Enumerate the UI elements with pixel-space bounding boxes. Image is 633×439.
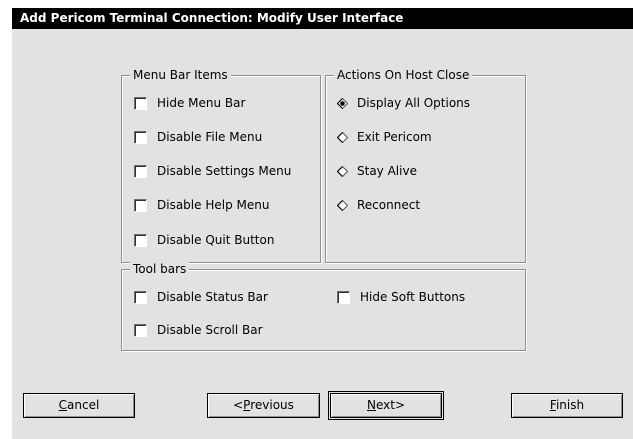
checkbox-label: Disable Status Bar (157, 290, 268, 304)
disable-settings-menu-checkbox[interactable]: Disable Settings Menu (134, 163, 291, 179)
disable-help-menu-checkbox[interactable]: Disable Help Menu (134, 197, 269, 213)
hide-menu-bar-checkbox[interactable]: Hide Menu Bar (134, 95, 245, 111)
radio-unselected-icon[interactable] (337, 199, 348, 211)
checkbox-box[interactable] (134, 96, 147, 110)
next-accel: N (366, 398, 376, 412)
checkbox-box[interactable] (337, 290, 350, 304)
checkbox-label: Hide Menu Bar (157, 96, 246, 110)
checkbox-box[interactable] (134, 290, 147, 304)
checkbox-label: Hide Soft Buttons (360, 290, 466, 304)
checkbox-box[interactable] (134, 323, 147, 337)
reconnect-radio[interactable]: Reconnect (336, 197, 420, 213)
next-button[interactable]: Next> (328, 391, 444, 420)
checkbox-label: Disable File Menu (157, 130, 263, 144)
stay-alive-radio[interactable]: Stay Alive (336, 163, 417, 179)
actions-on-host-close-legend: Actions On Host Close (334, 68, 473, 82)
finish-button[interactable]: Finish (511, 393, 623, 418)
radio-label: Stay Alive (357, 164, 417, 178)
checkbox-label: Disable Help Menu (157, 198, 270, 212)
window-title: Add Pericom Terminal Connection: Modify … (12, 8, 633, 29)
checkbox-box[interactable] (134, 233, 147, 247)
checkbox-box[interactable] (134, 198, 147, 212)
disable-scroll-bar-checkbox[interactable]: Disable Scroll Bar (134, 322, 263, 338)
radio-unselected-icon[interactable] (337, 131, 348, 143)
checkbox-label: Disable Scroll Bar (157, 323, 263, 337)
display-all-options-radio[interactable]: Display All Options (336, 95, 470, 111)
tool-bars-legend: Tool bars (130, 262, 190, 276)
checkbox-box[interactable] (134, 130, 147, 144)
previous-prefix: < (233, 398, 244, 412)
checkbox-label: Disable Quit Button (157, 233, 275, 247)
cancel-button[interactable]: Cancel (23, 393, 135, 418)
dialog-window: Add Pericom Terminal Connection: Modify … (12, 8, 633, 439)
finish-label: inish (555, 398, 585, 412)
radio-selected-icon[interactable] (337, 97, 348, 109)
tool-bars-group: Tool bars (121, 262, 526, 351)
radio-label: Display All Options (357, 96, 471, 110)
checkbox-box[interactable] (134, 164, 147, 178)
exit-pericom-radio[interactable]: Exit Pericom (336, 129, 432, 145)
disable-quit-button-checkbox[interactable]: Disable Quit Button (134, 232, 274, 248)
cancel-label: ancel (67, 398, 100, 412)
previous-label: revious (250, 398, 294, 412)
radio-unselected-icon[interactable] (337, 165, 348, 177)
disable-file-menu-checkbox[interactable]: Disable File Menu (134, 129, 262, 145)
menu-bar-items-legend: Menu Bar Items (130, 68, 231, 82)
next-label: ext> (375, 398, 406, 412)
checkbox-label: Disable Settings Menu (157, 164, 292, 178)
disable-status-bar-checkbox[interactable]: Disable Status Bar (134, 289, 268, 305)
previous-button[interactable]: <Previous (207, 393, 320, 418)
hide-soft-buttons-checkbox[interactable]: Hide Soft Buttons (337, 289, 465, 305)
radio-label: Exit Pericom (357, 130, 432, 144)
radio-label: Reconnect (357, 198, 421, 212)
cancel-accel: C (58, 398, 68, 412)
